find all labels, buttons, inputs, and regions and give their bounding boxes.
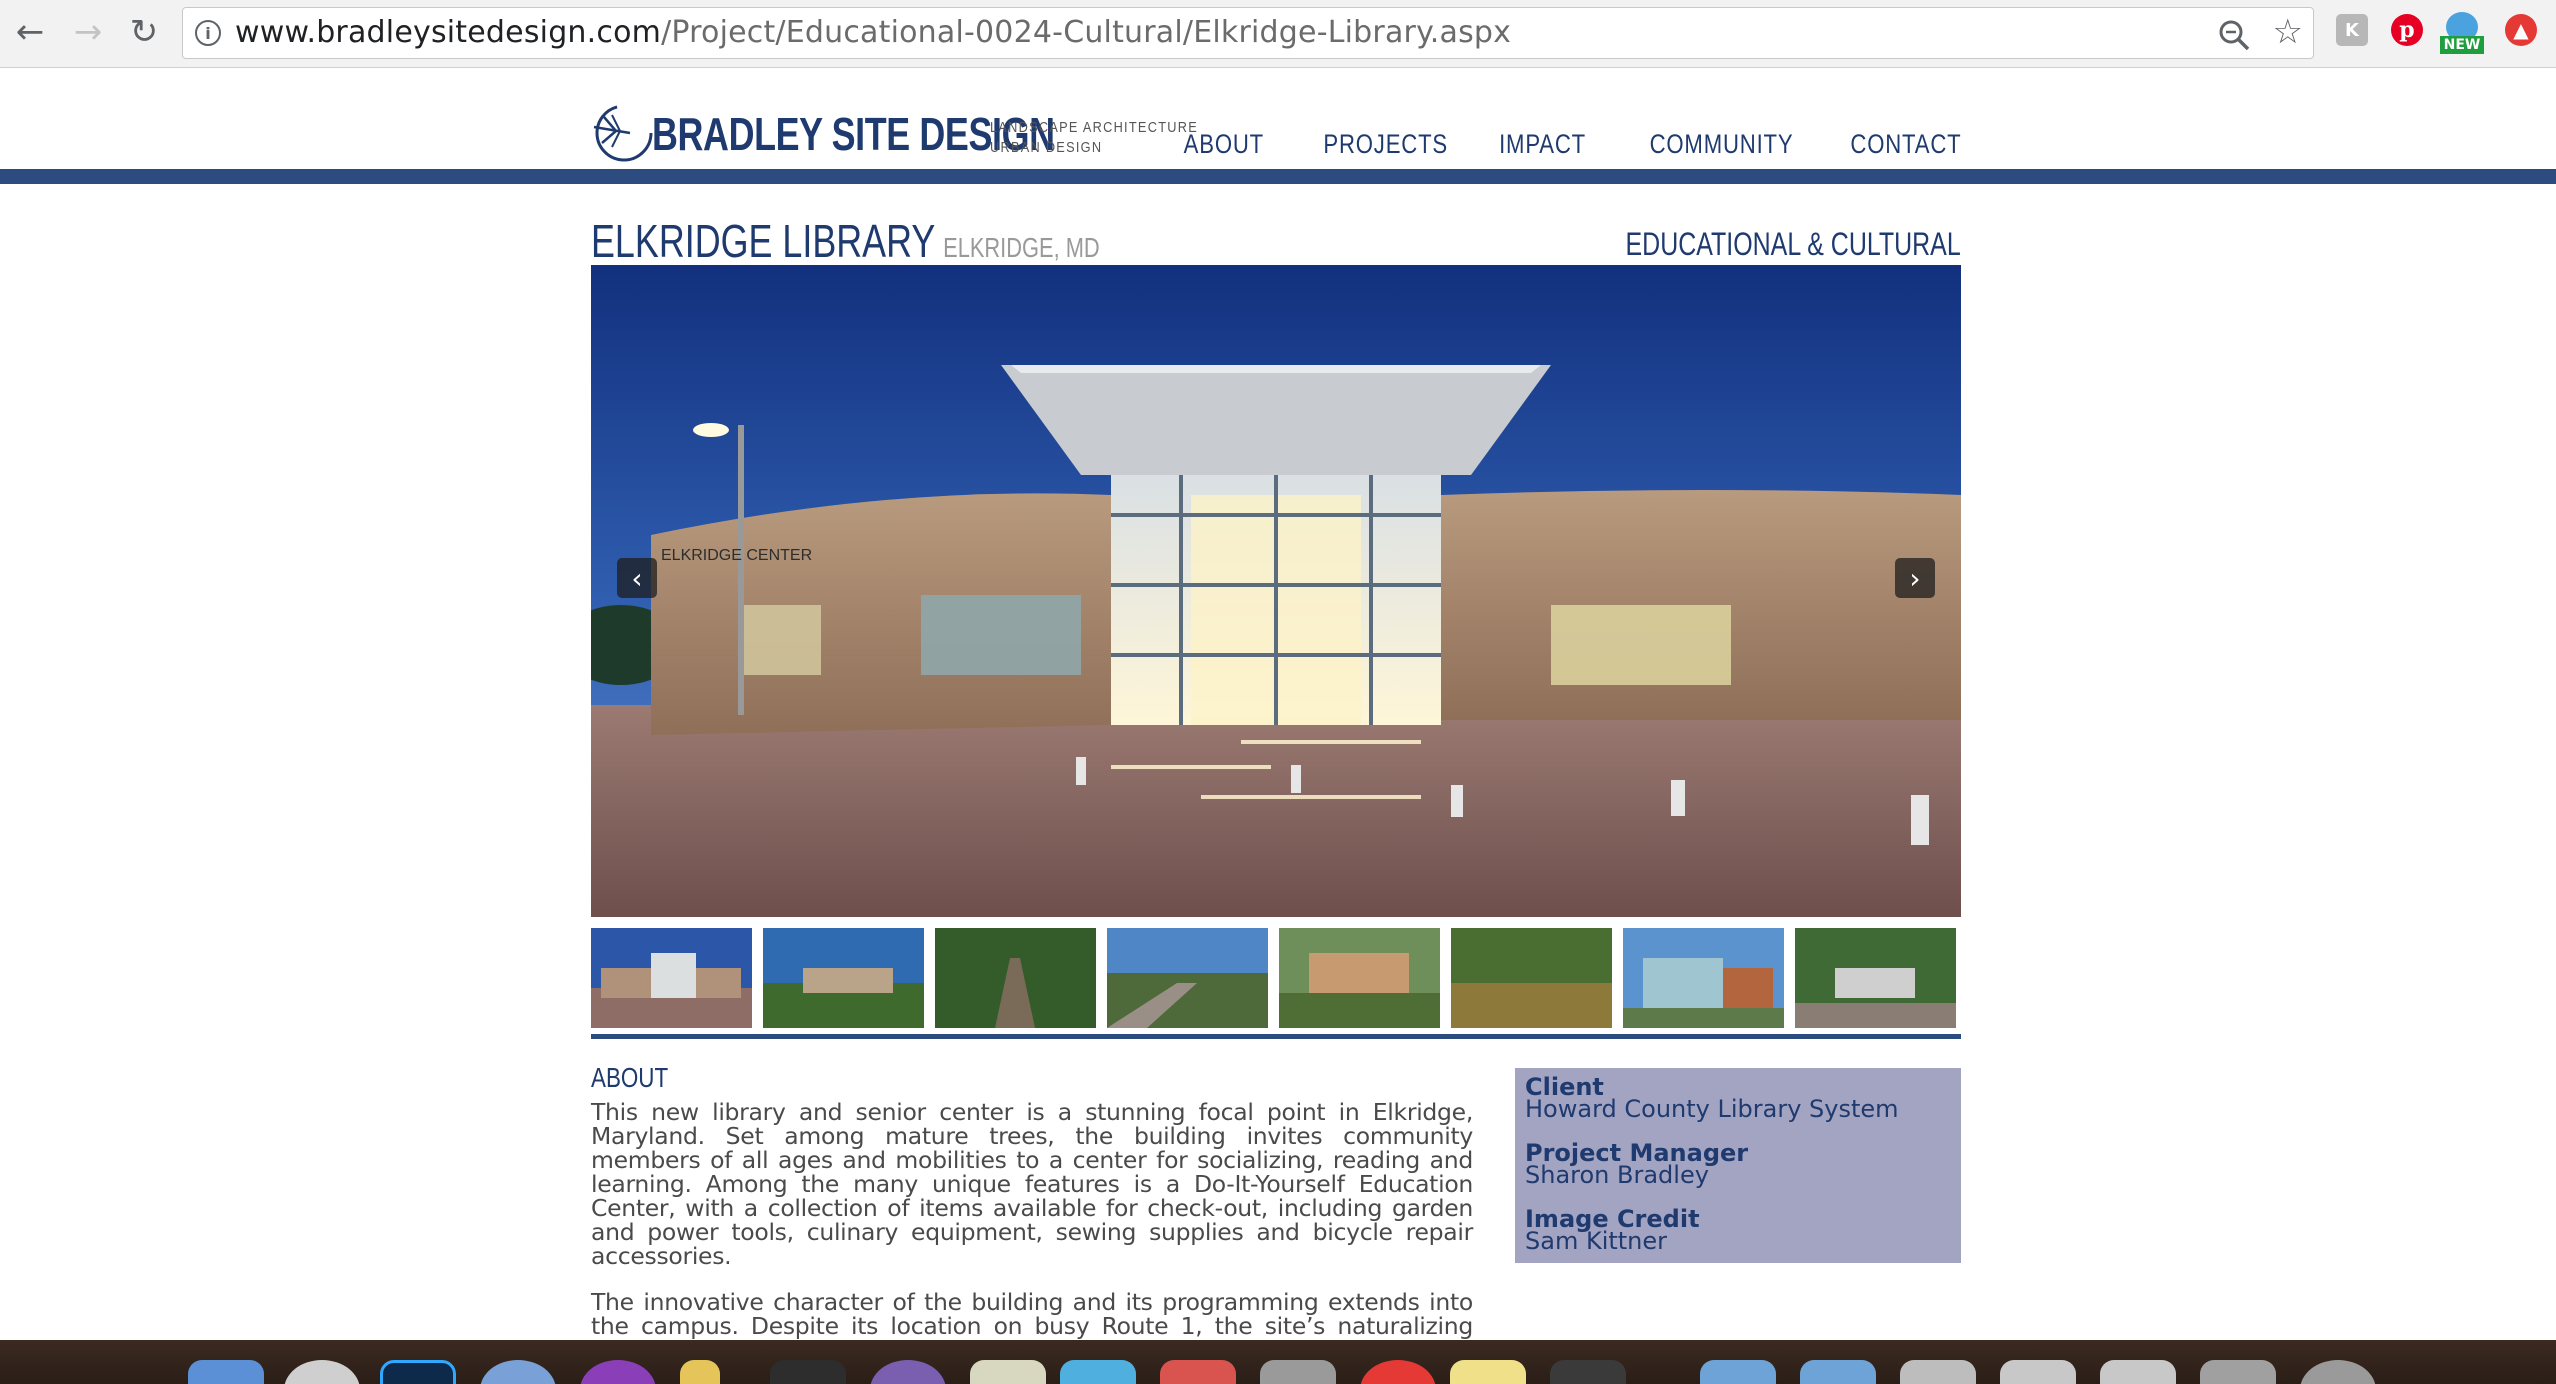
macos-dock: [0, 1340, 2556, 1384]
about-paragraph-1: This new library and senior center is a …: [591, 1098, 1473, 1270]
thumbnail-8[interactable]: [1795, 928, 1956, 1028]
browser-toolbar: ← → ↻ i www.bradleysitedesign.com/Projec…: [0, 0, 2556, 68]
finder-icon[interactable]: [188, 1360, 264, 1384]
folder-icon[interactable]: [1700, 1360, 1776, 1384]
document-icon[interactable]: [2200, 1360, 2276, 1384]
reload-icon[interactable]: ↻: [118, 6, 170, 58]
address-bar[interactable]: i www.bradleysitedesign.com/Project/Educ…: [182, 7, 2314, 59]
thumbnail-1[interactable]: [591, 928, 752, 1028]
thumbnail-6[interactable]: [1451, 928, 1612, 1028]
url-path: /Project/Educational-0024-Cultural/Elkri…: [661, 15, 1512, 50]
bookmark-star-icon[interactable]: ☆: [2273, 12, 2303, 52]
terminal-icon[interactable]: [770, 1360, 846, 1384]
thumbnail-image: [1795, 928, 1956, 1028]
thumbnail-image: [1451, 928, 1612, 1028]
thumbnail-2[interactable]: [763, 928, 924, 1028]
thumbnail-image: [1623, 928, 1784, 1028]
carousel-prev-chevron-icon[interactable]: ‹: [617, 558, 657, 598]
project-title: ELKRIDGE LIBRARY ELKRIDGE, MD: [591, 214, 1100, 268]
project-category[interactable]: EDUCATIONAL & CULTURAL: [1626, 226, 1961, 263]
building-sign: ELKRIDGE CENTER: [661, 547, 812, 564]
project-manager-value: Sharon Bradley: [1525, 1161, 1709, 1189]
pinterest-icon[interactable]: p: [2391, 14, 2423, 46]
upload-extension-icon[interactable]: ▲: [2505, 14, 2537, 46]
reminders-icon[interactable]: [1160, 1360, 1236, 1384]
forward-arrow-icon[interactable]: →: [62, 6, 114, 58]
nav-community[interactable]: COMMUNITY: [1650, 129, 1794, 160]
extension-icon[interactable]: K: [2336, 14, 2368, 46]
site-info-icon[interactable]: i: [195, 20, 221, 46]
thumbnail-image: [1107, 928, 1268, 1028]
back-arrow-icon[interactable]: ←: [4, 6, 56, 58]
url-text[interactable]: www.bradleysitedesign.com/Project/Educat…: [235, 16, 1511, 50]
photoshop-icon[interactable]: [380, 1360, 456, 1384]
thumbnail-strip: [591, 928, 1961, 1028]
thumbnail-7[interactable]: [1623, 928, 1784, 1028]
nav-contact[interactable]: CONTACT: [1850, 129, 1961, 160]
project-location: ELKRIDGE, MD: [943, 232, 1100, 263]
project-info-box: Client Howard County Library System Proj…: [1515, 1068, 1961, 1263]
system-icon[interactable]: [1550, 1360, 1626, 1384]
thumbnail-image: [935, 928, 1096, 1028]
nav-projects[interactable]: PROJECTS: [1323, 129, 1448, 160]
library-photo: ELKRIDGE CENTER: [591, 265, 1961, 917]
header-divider: [0, 169, 2556, 184]
eclipse-icon[interactable]: [870, 1360, 946, 1384]
hero-image-carousel[interactable]: ELKRIDGE CENTER ‹ ›: [591, 265, 1961, 917]
app-red-icon[interactable]: [1360, 1360, 1436, 1384]
zoom-icon[interactable]: [2217, 18, 2251, 52]
folder-icon[interactable]: [1800, 1360, 1876, 1384]
client-value: Howard County Library System: [1525, 1095, 1899, 1123]
url-host: www.bradleysitedesign.com: [235, 15, 662, 50]
notes-icon[interactable]: [1450, 1360, 1526, 1384]
pencil-app-icon[interactable]: [680, 1360, 720, 1384]
new-badge: NEW: [2440, 36, 2484, 54]
logo-tagline-2: URBAN DESIGN: [990, 139, 1103, 156]
carousel-next-chevron-icon[interactable]: ›: [1895, 558, 1935, 598]
safari-icon[interactable]: [480, 1360, 556, 1384]
main-nav: ABOUT PROJECTS IMPACT COMMUNITY CONTACT: [1166, 129, 1961, 160]
thumbnail-divider: [591, 1034, 1961, 1039]
site-header: BRADLEY SITE DESIGN LANDSCAPE ARCHITECTU…: [0, 69, 2556, 169]
thumbnail-image: [1279, 928, 1440, 1028]
project-name: ELKRIDGE LIBRARY: [591, 215, 936, 267]
nav-impact[interactable]: IMPACT: [1499, 129, 1586, 160]
document-icon[interactable]: [2100, 1360, 2176, 1384]
itunes-icon[interactable]: [580, 1360, 656, 1384]
printer-icon[interactable]: [1900, 1360, 1976, 1384]
calendar-icon[interactable]: [970, 1360, 1046, 1384]
new-extension-icon[interactable]: NEW: [2440, 10, 2484, 54]
disk-utility-icon[interactable]: [284, 1360, 360, 1384]
thumbnail-3[interactable]: [935, 928, 1096, 1028]
thumbnail-image: [763, 928, 924, 1028]
image-credit-value: Sam Kittner: [1525, 1227, 1668, 1255]
maps-icon[interactable]: [1060, 1360, 1136, 1384]
thumbnail-5[interactable]: [1279, 928, 1440, 1028]
thumbnail-image: [591, 928, 752, 1028]
trash-icon[interactable]: [2300, 1360, 2376, 1384]
document-icon[interactable]: [2000, 1360, 2076, 1384]
activity-monitor-icon[interactable]: [1260, 1360, 1336, 1384]
nav-about[interactable]: ABOUT: [1184, 129, 1264, 160]
about-heading: ABOUT: [591, 1062, 669, 1093]
thumbnail-4[interactable]: [1107, 928, 1268, 1028]
